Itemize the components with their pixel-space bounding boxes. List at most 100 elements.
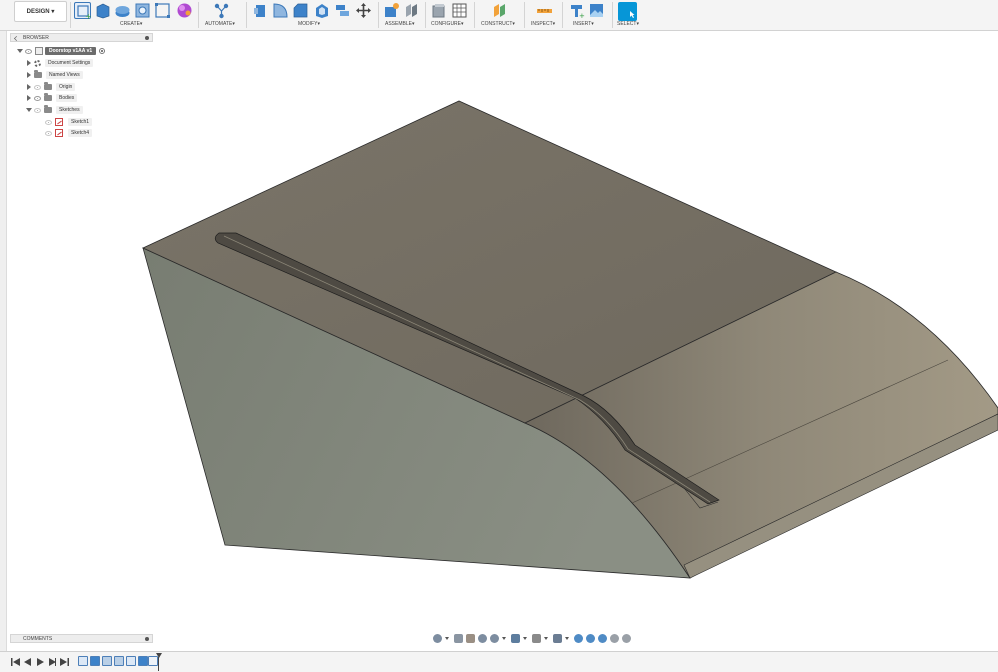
visual-style-icon[interactable] [598,634,607,643]
create-form-icon[interactable] [176,2,193,19]
tree-item-label: Origin [56,83,76,91]
timeline-sketch-feature-icon[interactable] [126,656,136,666]
inspect-menu[interactable]: INSPECT▾ [531,21,555,27]
canvas-viewport[interactable] [8,31,998,631]
fit-zoom-icon[interactable] [490,634,499,643]
press-pull-icon[interactable] [252,2,269,19]
rectangular-pattern-icon[interactable] [154,2,171,19]
timeline-sketch-feature-icon[interactable] [78,656,88,666]
timeline-marker-icon[interactable] [156,653,162,658]
measure-icon[interactable] [536,2,553,19]
tree-item-named-views[interactable]: Named Views [25,70,83,80]
go-to-end-icon[interactable] [59,657,69,667]
automate-menu[interactable]: AUTOMATE▾ [205,21,235,27]
tree-item-document-settings[interactable]: Document Settings [25,58,94,68]
chevron-down-icon[interactable] [523,637,527,640]
table-icon[interactable] [451,2,468,19]
folder-icon [44,82,52,90]
toolbar-divider [425,2,426,28]
modify-menu[interactable]: MODIFY▾ [298,21,320,27]
visibility-eye-icon[interactable] [34,95,41,101]
chamfer-icon[interactable] [292,2,309,19]
main-toolbar: DESIGN ▾ + CREATE▾ AUTOMATE▾ MODIFY▾ ASS… [0,0,998,31]
look-at-icon[interactable] [454,634,463,643]
orbit-icon[interactable] [433,634,442,643]
comments-title: COMMENTS [23,635,53,642]
toolbar-divider [474,2,475,28]
tree-item-sketch4[interactable]: Sketch4 [45,128,93,138]
activate-radio-icon[interactable] [99,48,106,54]
expand-arrow-icon[interactable] [25,83,32,91]
workspace-switcher[interactable]: DESIGN ▾ [14,1,67,22]
expand-arrow-icon[interactable] [25,71,32,79]
effects-icon[interactable] [574,634,583,643]
tree-item-bodies[interactable]: Bodies [25,93,78,103]
chevron-down-icon[interactable] [544,637,548,640]
automate-icon[interactable] [213,2,230,19]
move-icon[interactable] [355,2,372,19]
grid-settings-icon[interactable] [532,634,541,643]
add-comment-icon[interactable] [145,637,149,641]
timeline-fillet-feature-icon[interactable] [102,656,112,666]
assemble-menu[interactable]: ASSEMBLE▾ [385,21,414,27]
new-sketch-icon[interactable]: + [74,2,92,21]
display-settings-icon[interactable] [511,634,520,643]
timeline-extrude-feature-icon[interactable] [90,656,100,666]
joint-icon[interactable] [403,2,420,19]
visibility-eye-icon[interactable] [45,130,52,136]
chevron-down-icon[interactable] [565,637,569,640]
zoom-icon[interactable] [478,634,487,643]
viewports-icon[interactable] [553,634,562,643]
camera-icon[interactable] [622,634,631,643]
browser-title: BROWSER [23,34,49,41]
extrude-icon[interactable] [94,2,111,19]
comments-header[interactable]: COMMENTS [10,634,153,643]
fillet-icon[interactable] [272,2,289,19]
model-canvas[interactable] [8,31,998,631]
insert-image-icon[interactable] [588,2,605,19]
revolve-icon[interactable] [114,2,131,19]
create-menu[interactable]: CREATE▾ [120,21,142,27]
step-forward-icon[interactable] [47,657,57,667]
tree-item-sketches[interactable]: Sketches [25,105,83,115]
construct-menu[interactable]: CONSTRUCT▾ [481,21,515,27]
visibility-eye-icon[interactable] [34,84,41,90]
collapse-icon[interactable] [14,36,19,41]
configure-icon[interactable] [430,2,447,19]
select-icon[interactable] [618,2,637,21]
go-to-start-icon[interactable] [10,657,20,667]
chevron-down-icon[interactable] [445,637,449,640]
timeline-fillet-feature-icon[interactable] [114,656,124,666]
pan-hand-icon[interactable] [466,634,475,643]
chevron-down-icon[interactable] [502,637,506,640]
browser-header[interactable]: BROWSER [10,33,153,42]
insert-derive-icon[interactable]: + [568,2,585,20]
visibility-eye-icon[interactable] [45,119,52,125]
object-visibility-icon[interactable] [610,634,619,643]
new-component-icon[interactable] [383,2,400,19]
tree-root-document[interactable]: Doorstop v1AA v1 [16,46,106,56]
timeline-extrude-feature-icon[interactable] [138,656,148,666]
insert-menu[interactable]: INSERT▾ [573,21,594,27]
step-back-icon[interactable] [22,657,32,667]
hole-icon[interactable] [134,2,151,19]
tree-item-sketch1[interactable]: Sketch1 [45,117,93,127]
svg-text:+: + [579,12,585,19]
expand-arrow-icon[interactable] [16,47,23,55]
visibility-eye-icon[interactable] [34,107,41,113]
folder-icon [34,70,42,78]
expand-arrow-icon[interactable] [25,59,32,67]
visibility-eye-icon[interactable] [25,48,32,54]
offset-plane-icon[interactable] [491,2,508,19]
timeline-bar [0,651,998,672]
expand-arrow-icon[interactable] [25,94,32,102]
environment-icon[interactable] [586,634,595,643]
select-menu[interactable]: SELECT▾ [617,21,639,27]
combine-icon[interactable] [334,2,351,19]
panel-options-icon[interactable] [145,36,149,40]
expand-arrow-icon[interactable] [25,106,32,114]
configure-menu[interactable]: CONFIGURE▾ [431,21,464,27]
tree-item-origin[interactable]: Origin [25,82,76,92]
shell-icon[interactable] [313,2,330,19]
play-icon[interactable] [35,657,45,667]
